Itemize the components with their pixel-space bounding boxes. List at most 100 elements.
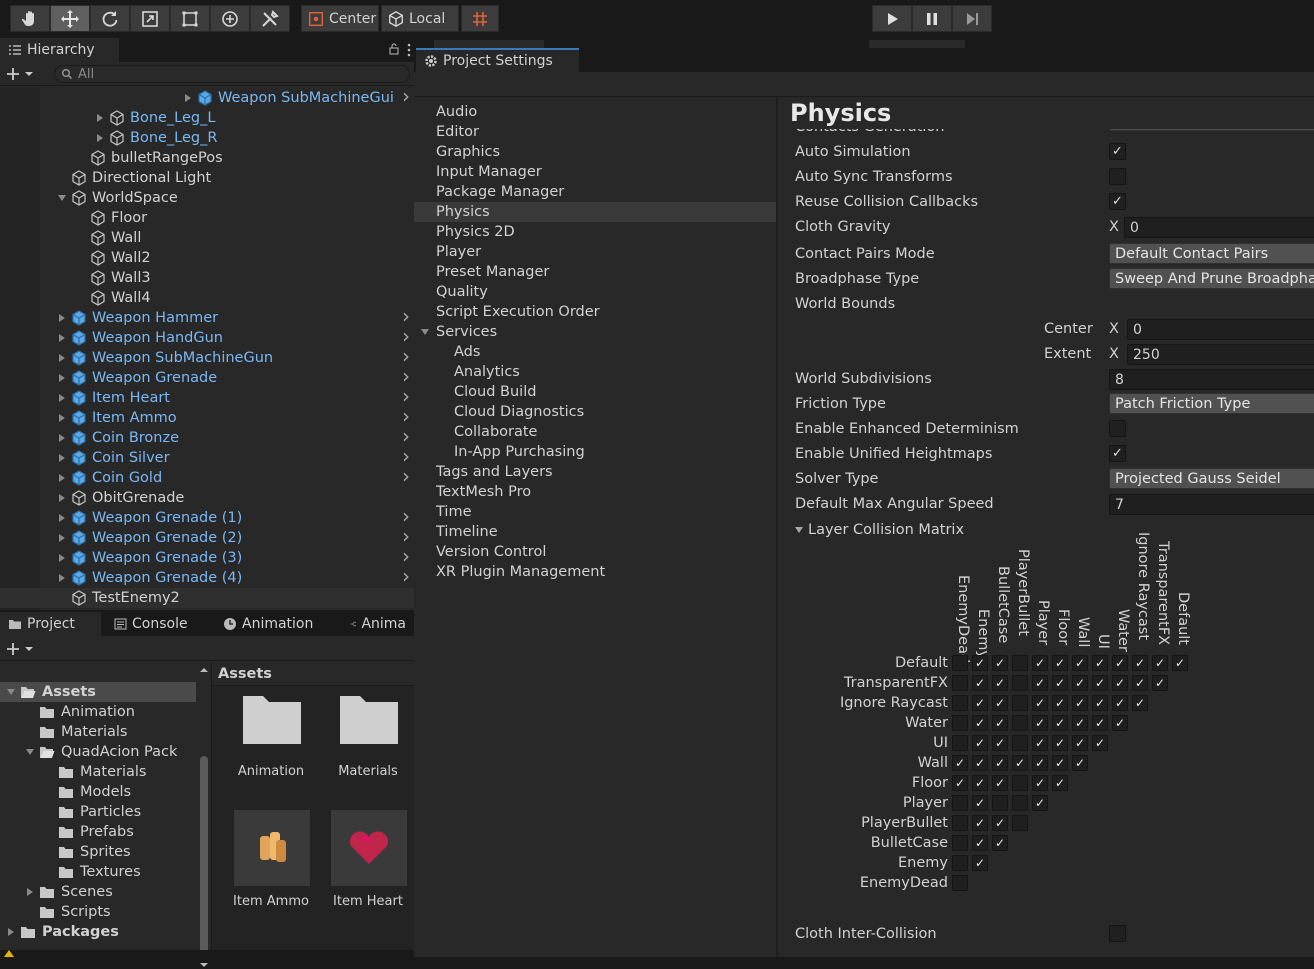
chevron-right-icon[interactable]: › <box>402 564 410 588</box>
matrix-toggle[interactable]: ✓ <box>1112 715 1128 731</box>
extent-x-field[interactable]: 250 <box>1127 344 1314 365</box>
settings-nav-item[interactable]: Timeline <box>414 522 776 542</box>
matrix-toggle[interactable]: ✓ <box>1072 715 1088 731</box>
asset-tile[interactable]: Animation <box>224 694 318 804</box>
asset-tile[interactable]: Item Ammo <box>224 810 318 920</box>
matrix-toggle[interactable]: ✓ <box>1132 675 1148 691</box>
matrix-toggle[interactable] <box>1012 815 1028 831</box>
scroll-down-icon[interactable] <box>199 961 209 969</box>
determinism-checkbox[interactable] <box>1109 420 1126 437</box>
matrix-toggle[interactable]: ✓ <box>1152 675 1168 691</box>
hierarchy-item[interactable]: WorldSpace <box>0 188 414 208</box>
settings-nav-item[interactable]: Version Control <box>414 542 776 562</box>
matrix-toggle[interactable] <box>992 795 1008 811</box>
matrix-toggle[interactable]: ✓ <box>992 775 1008 791</box>
hierarchy-item[interactable]: Wall2 <box>0 248 414 268</box>
auto-sync-checkbox[interactable] <box>1109 168 1126 185</box>
settings-nav-item[interactable]: In-App Purchasing <box>414 442 776 462</box>
hierarchy-item[interactable]: bulletRangePos <box>0 148 414 168</box>
matrix-toggle[interactable]: ✓ <box>992 675 1008 691</box>
create-button[interactable] <box>6 65 40 83</box>
matrix-toggle[interactable]: ✓ <box>1012 755 1028 771</box>
settings-nav-item[interactable]: TextMesh Pro <box>414 482 776 502</box>
contact-pairs-dropdown[interactable]: Default Contact Pairs <box>1109 243 1314 264</box>
matrix-toggle[interactable]: ✓ <box>992 715 1008 731</box>
pivot-center-button[interactable]: Center <box>301 5 379 32</box>
matrix-toggle[interactable] <box>952 875 968 891</box>
project-create-button[interactable] <box>6 640 40 658</box>
tab-animator[interactable]: Anima <box>342 612 414 636</box>
custom-tool-button[interactable] <box>250 5 290 32</box>
rotate-tool-button[interactable] <box>90 5 130 32</box>
hierarchy-item[interactable]: Bone_Leg_R <box>0 128 414 148</box>
matrix-toggle[interactable]: ✓ <box>972 795 988 811</box>
pivot-local-button[interactable]: Local <box>381 5 459 32</box>
hierarchy-item[interactable]: Wall3 <box>0 268 414 288</box>
step-button[interactable] <box>952 5 992 32</box>
matrix-toggle[interactable] <box>1012 715 1028 731</box>
auto-simulation-checkbox[interactable]: ✓ <box>1109 143 1126 160</box>
matrix-toggle[interactable] <box>1012 775 1028 791</box>
matrix-toggle[interactable]: ✓ <box>1152 655 1168 671</box>
matrix-toggle[interactable]: ✓ <box>1032 775 1048 791</box>
matrix-toggle[interactable]: ✓ <box>1112 655 1128 671</box>
matrix-toggle[interactable]: ✓ <box>1052 775 1068 791</box>
matrix-toggle[interactable]: ✓ <box>952 755 968 771</box>
project-tree-item[interactable]: Materials <box>0 762 196 782</box>
tab-animation[interactable]: Animation <box>215 612 340 636</box>
project-tree-item[interactable]: Models <box>0 782 196 802</box>
matrix-toggle[interactable]: ✓ <box>1072 735 1088 751</box>
matrix-toggle[interactable]: ✓ <box>1032 735 1048 751</box>
settings-nav-item[interactable]: Script Execution Order <box>414 302 776 322</box>
matrix-toggle[interactable]: ✓ <box>1092 695 1108 711</box>
project-tree-item[interactable]: Animation <box>0 702 196 722</box>
assets-breadcrumb[interactable]: Assets <box>212 662 415 686</box>
settings-nav-item[interactable]: Time <box>414 502 776 522</box>
matrix-toggle[interactable]: ✓ <box>972 855 988 871</box>
grid-snap-button[interactable] <box>461 5 499 32</box>
matrix-toggle[interactable]: ✓ <box>1132 655 1148 671</box>
matrix-toggle[interactable]: ✓ <box>972 775 988 791</box>
matrix-toggle[interactable]: ✓ <box>1032 675 1048 691</box>
play-button[interactable] <box>872 5 912 32</box>
matrix-toggle[interactable]: ✓ <box>1092 675 1108 691</box>
hierarchy-item[interactable]: Weapon Grenade (3) › <box>0 544 414 568</box>
matrix-toggle[interactable]: ✓ <box>1092 655 1108 671</box>
settings-nav-item[interactable]: Physics 2D <box>414 222 776 242</box>
matrix-toggle[interactable]: ✓ <box>1052 715 1068 731</box>
matrix-toggle[interactable]: ✓ <box>1032 655 1048 671</box>
layer-matrix-foldout[interactable]: Layer Collision Matrix <box>794 519 964 541</box>
matrix-toggle[interactable] <box>1012 675 1028 691</box>
project-tree-item[interactable]: Scenes <box>0 882 196 902</box>
chevron-right-icon[interactable]: › <box>402 84 410 108</box>
friction-type-dropdown[interactable]: Patch Friction Type <box>1109 393 1314 414</box>
scale-tool-button[interactable] <box>130 5 170 32</box>
matrix-toggle[interactable]: ✓ <box>972 695 988 711</box>
matrix-toggle[interactable]: ✓ <box>1112 675 1128 691</box>
hierarchy-item[interactable]: ObitGrenade <box>0 488 414 508</box>
project-tree-scrollbar[interactable] <box>197 664 211 967</box>
hierarchy-item[interactable]: Weapon Hammer › <box>0 304 414 328</box>
move-tool-button[interactable] <box>50 5 90 32</box>
hierarchy-item[interactable]: Bone_Leg_L <box>0 108 414 128</box>
settings-nav-item[interactable]: Audio <box>414 102 776 122</box>
hierarchy-search-input[interactable]: All <box>54 65 410 83</box>
matrix-toggle[interactable]: ✓ <box>1032 695 1048 711</box>
matrix-toggle[interactable]: ✓ <box>992 735 1008 751</box>
pause-button[interactable] <box>912 5 952 32</box>
matrix-toggle[interactable]: ✓ <box>1092 735 1108 751</box>
matrix-toggle[interactable]: ✓ <box>1072 695 1088 711</box>
hierarchy-item[interactable]: Weapon Grenade (1) › <box>0 504 414 528</box>
matrix-toggle[interactable] <box>952 695 968 711</box>
settings-nav-item[interactable]: Quality <box>414 282 776 302</box>
hierarchy-item[interactable]: TestEnemy2 <box>0 588 414 608</box>
matrix-toggle[interactable]: ✓ <box>1072 655 1088 671</box>
transform-tool-button[interactable] <box>210 5 250 32</box>
cloth-gravity-x-field[interactable]: 0 <box>1124 217 1314 238</box>
matrix-toggle[interactable] <box>1012 695 1028 711</box>
hierarchy-item[interactable]: Weapon Grenade (4) › <box>0 564 414 588</box>
settings-nav-item[interactable]: Collaborate <box>414 422 776 442</box>
matrix-toggle[interactable]: ✓ <box>1032 715 1048 731</box>
hierarchy-item[interactable]: Wall4 <box>0 288 414 308</box>
heightmaps-checkbox[interactable]: ✓ <box>1109 445 1126 462</box>
